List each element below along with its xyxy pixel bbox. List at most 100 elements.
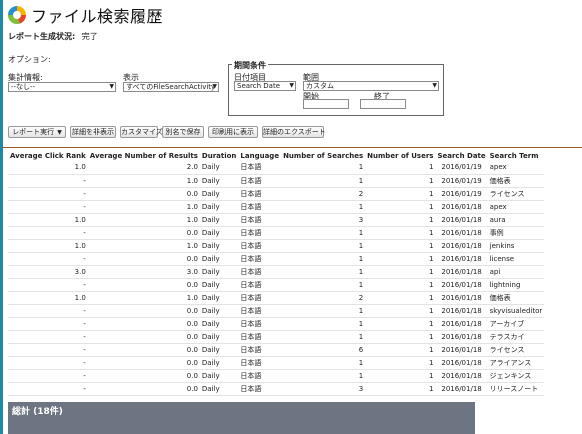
range-select[interactable]: カスタム ▼ — [303, 81, 439, 91]
table-cell: Daily — [199, 343, 239, 357]
table-cell: テラスカイ — [487, 330, 545, 344]
table-cell: jenkins — [487, 239, 545, 253]
table-row: -0.0 Daily 日本語 1 1 2016/01/18 license — [8, 252, 545, 266]
table-cell: 日本語 — [238, 187, 282, 201]
table-cell: 2.0 — [87, 161, 200, 175]
grand-total-label: 総計 (18件) — [12, 407, 63, 417]
save-as-button[interactable]: 別名で保存 — [162, 126, 204, 138]
table-cell: Daily — [199, 187, 239, 201]
table-cell: 0.0 — [87, 187, 200, 201]
range-value: カスタム — [306, 82, 334, 90]
summary-select[interactable]: --なし-- ▼ — [8, 82, 116, 92]
status-value: 完了 — [81, 32, 98, 41]
table-cell: 1 — [281, 265, 366, 279]
table-cell: ジェンキンス — [487, 369, 545, 383]
column-header[interactable]: Average Click Rank — [8, 150, 88, 161]
run-report-button[interactable]: レポート実行 ▼ — [8, 126, 66, 138]
table-cell: lightning — [487, 278, 545, 292]
start-date-input[interactable] — [303, 99, 349, 109]
table-cell: 2016/01/18 — [435, 343, 488, 357]
table-row: -0.0 Daily 日本語 1 1 2016/01/18 アーカイブ — [8, 317, 545, 331]
date-field-select[interactable]: Search Date ▼ — [234, 81, 296, 91]
table-row: 1.0 1.0 Daily 日本語 2 1 2016/01/18 価格表 — [8, 291, 545, 305]
table-cell: 日本語 — [238, 200, 282, 214]
table-cell: 日本語 — [238, 226, 282, 240]
column-header[interactable]: Search Term — [488, 150, 545, 161]
table-cell: 2016/01/18 — [435, 291, 488, 305]
table-cell: 0.0 — [87, 356, 200, 370]
table-cell: 日本語 — [238, 161, 282, 175]
table-cell: 0.0 — [87, 330, 200, 344]
table-cell: 日本語 — [238, 174, 282, 188]
table-cell: 2016/01/18 — [435, 356, 488, 370]
table-cell: Daily — [199, 278, 239, 292]
status-label: レポート生成状況: — [8, 32, 76, 41]
table-row: -1.0 Daily 日本語 1 1 2016/01/18 apex — [8, 200, 545, 214]
table-cell: 3 — [281, 382, 366, 396]
table-cell: Daily — [199, 317, 239, 331]
run-report-label: レポート実行 — [12, 128, 55, 136]
column-header[interactable]: Number of Searches — [281, 150, 365, 161]
table-row: -0.0 Daily 日本語 1 1 2016/01/18 アライアンス — [8, 356, 545, 370]
end-date-input[interactable] — [360, 99, 406, 109]
table-cell: 日本語 — [238, 265, 282, 279]
table-row: 1.0 1.0 Daily 日本語 3 1 2016/01/18 aura — [8, 213, 545, 227]
table-cell: - — [8, 330, 88, 344]
table-cell: 1 — [365, 226, 436, 240]
date-field-value: Search Date — [237, 82, 281, 90]
column-header[interactable]: Number of Users — [365, 150, 435, 161]
table-cell: - — [8, 226, 88, 240]
table-cell: 0.0 — [87, 382, 200, 396]
printable-view-button[interactable]: 印刷用に表示 — [208, 126, 258, 138]
table-cell: 6 — [281, 343, 366, 357]
table-cell: 1 — [281, 174, 366, 188]
table-cell: 2 — [281, 291, 366, 305]
table-cell: - — [8, 174, 88, 188]
table-cell: 日本語 — [238, 213, 282, 227]
table-cell: 1 — [365, 200, 436, 214]
table-cell: 日本語 — [238, 343, 282, 357]
table-cell: Daily — [199, 200, 239, 214]
column-header[interactable]: Average Number of Results — [88, 150, 200, 161]
table-cell: 1 — [281, 304, 366, 318]
table-cell: 0.0 — [87, 317, 200, 331]
table-row: -0.0 Daily 日本語 6 1 2016/01/18 ライセンス — [8, 343, 545, 357]
table-cell: 日本語 — [238, 356, 282, 370]
table-cell: apex — [487, 161, 545, 175]
table-cell: ライセンス — [487, 343, 545, 357]
table-cell: 1.0 — [8, 213, 88, 227]
table-cell: 日本語 — [238, 382, 282, 396]
column-header[interactable]: Search Date — [435, 150, 487, 161]
table-cell: 1 — [281, 356, 366, 370]
table-cell: 1 — [281, 252, 366, 266]
table-cell: 1 — [365, 356, 436, 370]
table-cell: 2 — [281, 187, 366, 201]
table-cell: 1 — [281, 226, 366, 240]
table-cell: Daily — [199, 330, 239, 344]
table-cell: 日本語 — [238, 252, 282, 266]
table-cell: 1 — [281, 161, 366, 175]
table-cell: 日本語 — [238, 278, 282, 292]
table-cell: 1 — [281, 200, 366, 214]
chevron-down-icon: ▼ — [289, 82, 294, 89]
table-cell: 1 — [365, 161, 436, 175]
options-label: オプション: — [8, 55, 51, 64]
period-title: 期間条件 — [232, 60, 268, 71]
table-cell: 1.0 — [87, 213, 200, 227]
hide-details-button[interactable]: 詳細を非表示 — [70, 126, 116, 138]
table-cell: 0.0 — [87, 226, 200, 240]
report-table-body: 1.0 2.0 Daily 日本語 1 1 2016/01/19 apex -1.0 Daily 日… — [8, 161, 545, 396]
table-cell: Daily — [199, 161, 239, 175]
table-cell: 3.0 — [87, 265, 200, 279]
table-cell: 日本語 — [238, 330, 282, 344]
chevron-down-icon: ▼ — [432, 82, 437, 89]
export-details-button[interactable]: 詳細のエクスポート — [262, 126, 326, 138]
table-cell: ライセンス — [487, 187, 545, 201]
table-cell: 2016/01/18 — [435, 278, 488, 292]
table-cell: 日本語 — [238, 304, 282, 318]
column-header[interactable]: Language — [238, 150, 281, 161]
customize-button[interactable]: カスタマイズ — [120, 126, 163, 138]
table-cell: 0.0 — [87, 278, 200, 292]
column-header[interactable]: Duration — [200, 150, 239, 161]
display-select[interactable]: すべてのFileSearchActivity ▼ — [123, 82, 219, 92]
